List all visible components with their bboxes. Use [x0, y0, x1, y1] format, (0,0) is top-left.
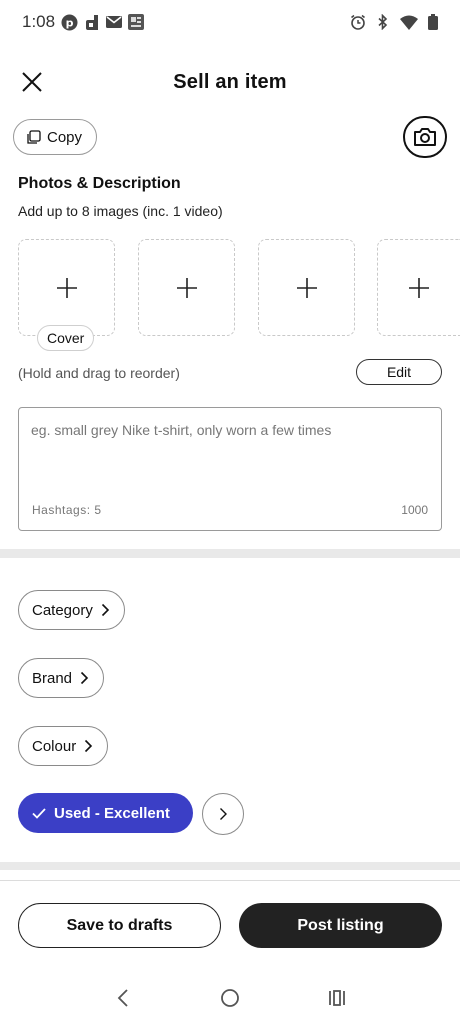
add-photo-icon [176, 277, 197, 298]
edit-photos-button[interactable]: Edit [356, 359, 442, 385]
top-app-bar: Sell an item [0, 60, 460, 104]
bluetooth-icon [376, 14, 390, 30]
add-photo-icon [296, 277, 317, 298]
description-placeholder: eg. small grey Nike t-shirt, only worn a… [31, 422, 332, 438]
condition-label: Used - Excellent [54, 804, 170, 822]
photos-section-subtitle: Add up to 8 images (inc. 1 video) [18, 203, 223, 219]
hashtag-count: Hashtags: 5 [32, 503, 102, 517]
section-divider [0, 862, 460, 870]
system-nav-bar [0, 972, 460, 1024]
close-button[interactable] [18, 68, 46, 96]
home-icon [221, 989, 239, 1007]
back-button[interactable] [103, 978, 143, 1018]
colour-button[interactable]: Colour [18, 726, 109, 766]
description-field[interactable]: eg. small grey Nike t-shirt, only worn a… [18, 407, 442, 531]
footer-divider [0, 880, 460, 881]
add-photo-icon [409, 277, 429, 298]
add-photo-icon [56, 277, 77, 298]
mail-icon [106, 16, 123, 28]
back-icon [118, 989, 128, 1007]
post-listing-button[interactable]: Post listing [239, 903, 442, 948]
photo-slot-cover[interactable] [18, 239, 115, 336]
copy-icon [27, 129, 41, 144]
photo-slot[interactable] [258, 239, 355, 336]
close-icon [22, 72, 42, 92]
reorder-hint: (Hold and drag to reorder) [18, 365, 180, 381]
recents-button[interactable] [317, 978, 357, 1018]
pinterest-icon: p [61, 14, 78, 31]
copy-button[interactable]: Copy [13, 119, 98, 155]
page-title: Sell an item [173, 70, 287, 93]
cover-badge: Cover [37, 325, 95, 351]
section-divider [0, 549, 460, 558]
chevron-right-icon [80, 671, 89, 685]
alarm-icon [350, 14, 366, 30]
condition-button[interactable]: Used - Excellent [18, 793, 193, 833]
copy-button-label: Copy [47, 128, 83, 146]
news-icon [128, 14, 145, 30]
category-label: Category [32, 601, 93, 619]
status-right [350, 14, 438, 30]
brand-label: Brand [32, 669, 73, 687]
category-button[interactable]: Category [18, 590, 125, 630]
brand-button[interactable]: Brand [18, 658, 105, 698]
chevron-right-icon [101, 603, 110, 617]
wifi-icon [400, 15, 418, 30]
svg-text:p: p [66, 16, 74, 29]
battery-icon [428, 14, 438, 30]
recents-icon [328, 990, 345, 1006]
save-to-drafts-button[interactable]: Save to drafts [18, 903, 221, 948]
camera-icon [414, 128, 436, 146]
photos-section-title: Photos & Description [18, 175, 181, 192]
status-left: 1:08 p [22, 12, 145, 32]
status-bar: 1:08 p [0, 0, 460, 44]
condition-more-button[interactable] [202, 793, 244, 835]
depop-icon [84, 14, 100, 31]
checkmark-icon [32, 807, 46, 819]
camera-button[interactable] [403, 116, 447, 158]
chevron-right-icon [219, 808, 227, 820]
photo-slot[interactable] [138, 239, 235, 336]
status-time: 1:08 [22, 12, 56, 31]
character-limit: 1000 [401, 503, 428, 517]
home-button[interactable] [210, 978, 250, 1018]
photo-slot[interactable] [377, 239, 460, 336]
colour-label: Colour [32, 737, 77, 755]
chevron-right-icon [85, 739, 93, 753]
